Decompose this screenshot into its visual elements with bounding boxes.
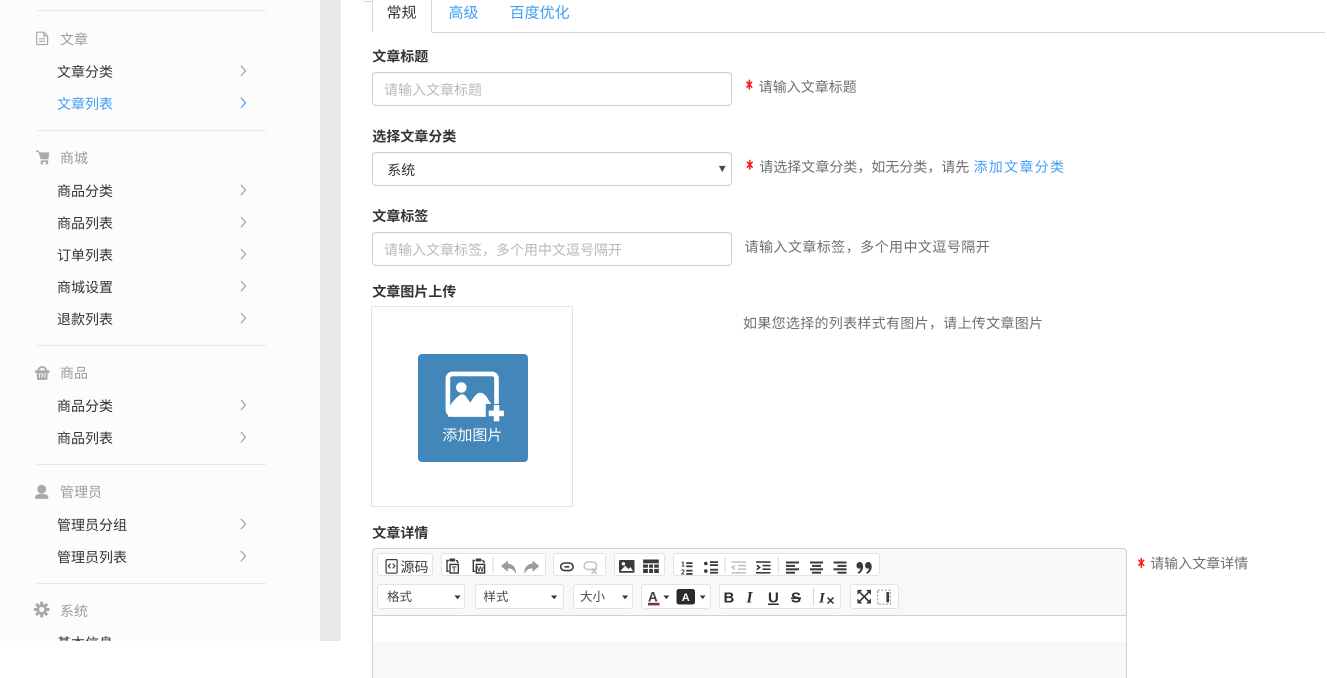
svg-text:U: U — [768, 590, 779, 607]
svg-text:1: 1 — [681, 562, 685, 569]
svg-text:B: B — [724, 590, 735, 607]
svg-text:A: A — [648, 590, 658, 605]
svg-text:I: I — [746, 590, 754, 607]
svg-text:W: W — [477, 564, 485, 573]
svg-text:T: T — [452, 564, 457, 573]
svg-text:A: A — [682, 592, 690, 604]
svg-text:2: 2 — [681, 569, 685, 576]
svg-text:S: S — [791, 590, 801, 607]
svg-text:I: I — [818, 591, 826, 607]
